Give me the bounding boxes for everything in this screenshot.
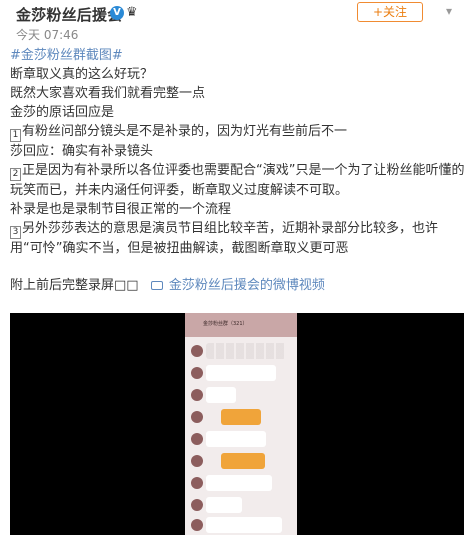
footer-line: 附上前后完整录屏□□ 金莎粉丝后援会的微博视频: [10, 276, 468, 295]
footer-boxes: □□: [114, 278, 139, 293]
text-line: 既然大家喜欢看我们就看完整一点: [10, 86, 206, 101]
point-3: 3 另外莎莎表达的意思是演员节目组比较辛苦，近期补录部分比较多，也许用“可怜”确实…: [10, 219, 468, 258]
text-line: 金莎的原话回应是: [10, 105, 115, 120]
chat-message: [191, 343, 291, 361]
post-header: 金莎粉丝后援会 V ♛ 今天 07:46 +关注 ▾: [0, 0, 475, 44]
point-1: 1 有粉丝问部分镜头是不是补录的，因为灯光有些前后不一: [10, 122, 468, 142]
chat-message: [191, 497, 291, 515]
chat-message: [191, 387, 291, 405]
footer-text: 附上前后完整录屏: [10, 278, 115, 293]
chat-message: [191, 453, 291, 471]
number-box-icon: 1: [10, 129, 21, 142]
hashtag-link[interactable]: #金莎粉丝群截图#: [10, 48, 123, 63]
post-body: #金莎粉丝群截图# 断章取义真的这么好玩？ 既然大家喜欢看我们就看完整一点 金莎…: [10, 46, 468, 295]
chat-header: 金莎粉丝群（321）: [185, 313, 297, 337]
chat-message: [191, 431, 291, 449]
point-2: 2 正是因为有补录所以各位评委也需要配合“演戏”只是一个为了让粉丝能听懂的玩笑而已…: [10, 161, 468, 200]
number-box-icon: 3: [10, 226, 21, 239]
point-3-text: 另外莎莎表达的意思是演员节目组比较辛苦，近期补录部分比较多，也许用“可怜”确实不…: [10, 221, 439, 256]
video-phone-screen: 金莎粉丝群（321）: [185, 313, 297, 535]
reply-1: 莎回应：确实有补录镜头: [10, 144, 154, 159]
chat-message: [191, 517, 291, 535]
chat-title: 金莎粉丝群（321）: [203, 321, 248, 327]
author-name[interactable]: 金莎粉丝后援会: [16, 4, 122, 25]
chevron-down-icon[interactable]: ▾: [446, 4, 452, 18]
video-player[interactable]: 金莎粉丝群（321）: [10, 313, 464, 535]
verified-v-icon: V: [110, 6, 124, 20]
point-1-text: 有粉丝问部分镜头是不是补录的，因为灯光有些前后不一: [22, 124, 348, 139]
chat-message: [191, 409, 291, 427]
post-time: 今天 07:46: [16, 28, 79, 42]
text-line: 断章取义真的这么好玩？: [10, 67, 154, 82]
point-2-text: 正是因为有补录所以各位评委也需要配合“演戏”只是一个为了让粉丝能听懂的玩笑而已，…: [10, 163, 465, 198]
note-line: 补录是也是录制节目很正常的一个流程: [10, 202, 232, 217]
video-link-icon: [150, 281, 163, 290]
follow-button[interactable]: +关注: [357, 2, 423, 22]
number-box-icon: 2: [10, 168, 21, 181]
chat-message: [191, 365, 291, 383]
chat-message: [191, 475, 291, 493]
video-link[interactable]: 金莎粉丝后援会的微博视频: [169, 278, 325, 293]
vip-crown-icon: ♛: [126, 5, 138, 20]
